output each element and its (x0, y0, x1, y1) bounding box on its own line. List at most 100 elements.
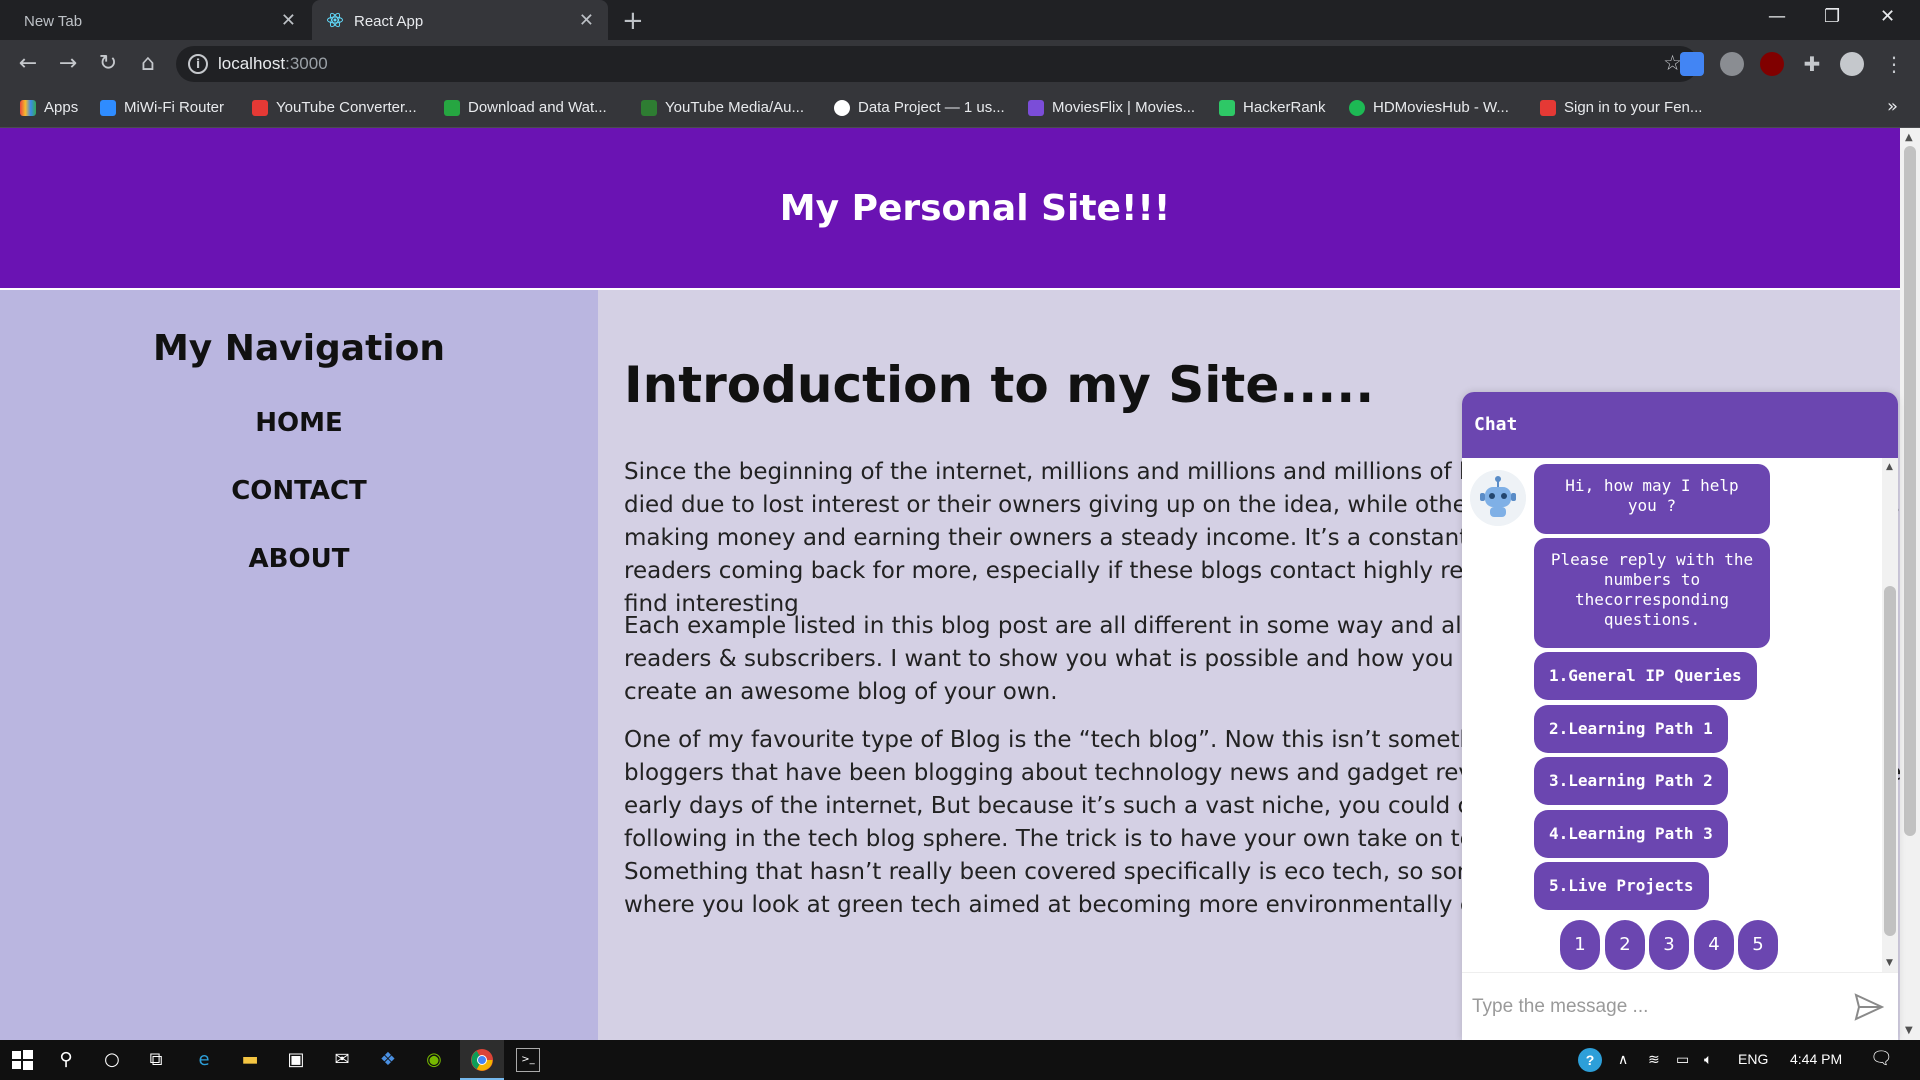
scroll-up-arrow-icon[interactable]: ▲ (1905, 132, 1913, 143)
forward-arrow-icon[interactable]: → (54, 50, 82, 78)
edge-browser-icon[interactable]: e (192, 1048, 216, 1072)
download-icon (252, 100, 268, 116)
url-port: :3000 (285, 54, 328, 73)
reload-icon[interactable]: ↻ (94, 50, 122, 78)
site-header: My Personal Site!!! (0, 128, 1900, 290)
new-tab-plus-icon[interactable]: + (622, 6, 644, 36)
wifi-icon[interactable]: ≋ (1648, 1051, 1660, 1068)
nvidia-icon[interactable]: ◉ (422, 1048, 446, 1072)
tab-title: React App (354, 13, 424, 30)
language-indicator[interactable]: ENG (1738, 1051, 1768, 1067)
mail-icon[interactable]: ✉ (330, 1048, 354, 1072)
bookmark-apps[interactable]: Apps (20, 96, 78, 120)
bookmark-hackerrank[interactable]: HackerRank (1219, 96, 1326, 120)
bookmark-hdmovieshub[interactable]: HDMoviesHub - W... (1349, 96, 1509, 120)
tab-new-tab[interactable]: New Tab ✕ (0, 0, 310, 40)
wifi-icon (100, 100, 116, 116)
tab-title: New Tab (24, 13, 83, 30)
nav-link-contact[interactable]: CONTACT (0, 476, 598, 506)
back-arrow-icon[interactable]: ← (14, 50, 42, 78)
bookmark-label: YouTube Media/Au... (665, 99, 804, 116)
site-info-icon[interactable]: i (188, 54, 208, 74)
bookmark-label: Data Project — 1 us... (858, 99, 1005, 116)
volume-icon[interactable]: 🔈︎ (1704, 1051, 1712, 1068)
chat-message-input[interactable] (1472, 991, 1832, 1023)
chat-scrollbar[interactable]: ▲ ▼ (1882, 458, 1898, 972)
profile-avatar-icon[interactable] (1840, 52, 1864, 76)
quick-reply-3[interactable]: 3 (1649, 920, 1689, 970)
chat-input-bar (1462, 972, 1898, 1040)
translate-extension-icon[interactable] (1680, 52, 1704, 76)
page-scrollbar[interactable]: ▲ ▼ (1900, 128, 1920, 1040)
quick-reply-1[interactable]: 1 (1560, 920, 1600, 970)
chat-option-5[interactable]: 5.Live Projects (1534, 862, 1709, 910)
bookmark-data-project[interactable]: Data Project — 1 us... (834, 96, 1005, 120)
bookmark-label: Download and Wat... (468, 99, 607, 116)
terminal-icon[interactable]: >_ (516, 1048, 540, 1072)
nav-heading: My Navigation (152, 328, 446, 369)
bookmark-youtube-media[interactable]: YouTube Media/Au... (641, 96, 804, 120)
close-tab-icon[interactable]: ✕ (579, 10, 594, 31)
minimize-icon[interactable]: — (1768, 6, 1786, 27)
apps-grid-icon (20, 100, 36, 116)
bot-message: Please reply with the numbers to thecorr… (1534, 538, 1770, 648)
bookmark-moviesflix[interactable]: MoviesFlix | Movies... (1028, 96, 1195, 120)
chevron-up-icon[interactable]: ∧ (1618, 1051, 1628, 1068)
hackerrank-icon (1219, 100, 1235, 116)
task-view-icon[interactable]: ⧉ (144, 1048, 168, 1072)
help-icon[interactable]: ? (1578, 1048, 1602, 1072)
chrome-taskbar-button[interactable] (460, 1040, 504, 1080)
chrome-icon (471, 1049, 493, 1071)
browser-tab-bar: New Tab ✕ React App ✕ + — ❐ ✕ (0, 0, 1920, 40)
page-scrollbar-thumb[interactable] (1904, 146, 1916, 836)
home-icon[interactable]: ⌂ (134, 50, 162, 78)
notification-icon[interactable]: 🗨︎ (1870, 1048, 1893, 1069)
address-bar[interactable]: i localhost:3000 ☆ (176, 46, 1698, 82)
fen-logo-icon (1540, 100, 1556, 116)
battery-icon[interactable]: ▭ (1676, 1051, 1689, 1068)
close-tab-icon[interactable]: ✕ (281, 10, 296, 31)
kebab-menu-icon[interactable]: ⋮ (1882, 52, 1906, 76)
chat-scrollbar-thumb[interactable] (1884, 586, 1896, 936)
tab-react-app[interactable]: React App ✕ (312, 0, 608, 40)
bookmark-youtube-converter[interactable]: YouTube Converter... (252, 96, 417, 120)
store-icon[interactable]: ▣ (284, 1048, 308, 1072)
chat-option-1[interactable]: 1.General IP Queries (1534, 652, 1757, 700)
cortana-icon[interactable]: ○ (100, 1048, 124, 1072)
chat-option-4[interactable]: 4.Learning Path 3 (1534, 810, 1728, 858)
clock[interactable]: 4:44 PM (1790, 1051, 1842, 1067)
bookmark-download-watch[interactable]: Download and Wat... (444, 96, 607, 120)
bot-avatar-icon (1470, 470, 1526, 526)
bookmark-label: Apps (44, 99, 79, 116)
nav-link-home[interactable]: HOME (0, 408, 598, 438)
tr-logo-icon (444, 100, 460, 116)
chat-scroll-down-icon[interactable]: ▼ (1886, 958, 1893, 968)
quick-reply-2[interactable]: 2 (1605, 920, 1645, 970)
scroll-down-arrow-icon[interactable]: ▼ (1905, 1025, 1913, 1036)
search-icon[interactable]: ⚲ (54, 1048, 78, 1072)
bookmarks-overflow-icon[interactable]: » (1887, 96, 1898, 117)
chat-scroll-up-icon[interactable]: ▲ (1886, 462, 1893, 472)
quick-reply-5[interactable]: 5 (1738, 920, 1778, 970)
extensions-puzzle-icon[interactable]: ✚ (1800, 52, 1824, 76)
windows-taskbar: ⚲ ○ ⧉ e ▬ ▣ ✉ ❖ ◉ >_ ? ∧ ≋ ▭ 🔈︎ ENG 4:44… (0, 1040, 1920, 1080)
bookmark-miwifi[interactable]: MiWi-Fi Router (100, 96, 224, 120)
close-window-icon[interactable]: ✕ (1880, 6, 1895, 27)
bookmark-sign-in[interactable]: Sign in to your Fen... (1540, 96, 1702, 120)
ublock-extension-icon[interactable] (1760, 52, 1784, 76)
quick-reply-4[interactable]: 4 (1694, 920, 1734, 970)
url-host: localhost (218, 54, 286, 73)
shield-extension-icon[interactable] (1720, 52, 1744, 76)
send-icon[interactable] (1854, 993, 1884, 1021)
chat-option-3[interactable]: 3.Learning Path 2 (1534, 757, 1728, 805)
dropbox-icon[interactable]: ❖ (376, 1048, 400, 1072)
nav-link-about[interactable]: ABOUT (0, 544, 598, 574)
navigation-sidebar: My Navigation HOME CONTACT ABOUT (0, 290, 598, 1040)
bookmark-label: MoviesFlix | Movies... (1052, 99, 1196, 116)
chat-option-2[interactable]: 2.Learning Path 1 (1534, 705, 1728, 753)
windows-start-icon[interactable] (10, 1048, 34, 1072)
file-explorer-icon[interactable]: ▬ (238, 1048, 262, 1072)
restore-icon[interactable]: ❐ (1824, 6, 1840, 27)
chat-widget: Chat Hi, how may I help you ? Please rep… (1462, 392, 1898, 1040)
chat-header[interactable]: Chat (1462, 392, 1898, 458)
